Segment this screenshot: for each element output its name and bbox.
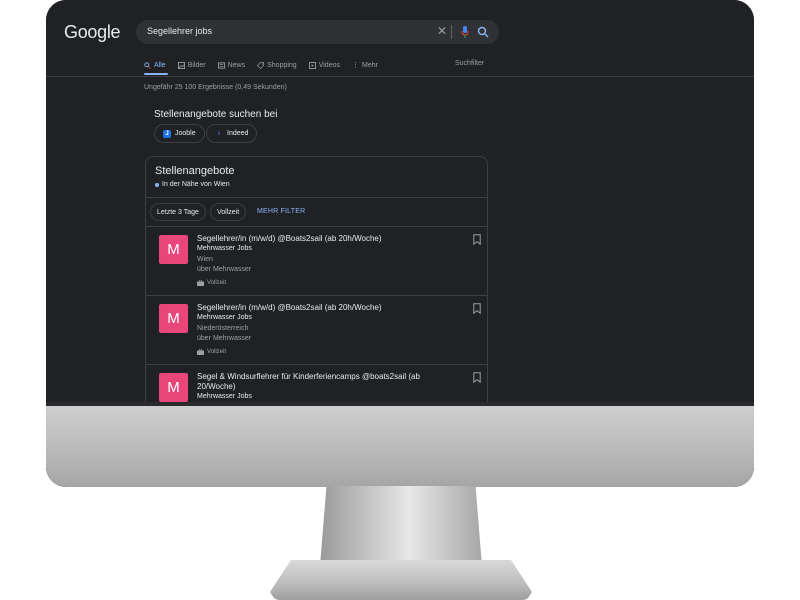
search-bar[interactable]: Segellehrer jobs ✕ xyxy=(136,20,499,44)
card-divider xyxy=(146,197,487,198)
image-icon xyxy=(177,61,185,69)
jobs-location[interactable]: In der Nähe von Wien xyxy=(155,181,230,188)
job-title[interactable]: Segellehrer/in (m/w/d) @Boats2sail (ab 2… xyxy=(197,303,447,313)
job-company: Mehrwasser Jobs xyxy=(197,245,252,252)
job-type-label: Vollzeit xyxy=(207,280,227,286)
microphone-icon[interactable] xyxy=(461,26,469,38)
jobs-title: Stellenangebote xyxy=(155,165,235,177)
tab-more[interactable]: ⋮ Mehr xyxy=(352,58,378,72)
search-tabs: Alle Bilder News Shopping Videos ⋮ Mehr xyxy=(144,58,378,72)
providers-title: Stellenangebote suchen bei xyxy=(154,109,278,120)
search-divider xyxy=(451,25,452,39)
job-title[interactable]: Segel & Windsurflehrer für Kinderferienc… xyxy=(197,372,447,392)
google-logo[interactable]: Google xyxy=(64,22,121,43)
tab-images[interactable]: Bilder xyxy=(177,58,206,72)
job-type-label: Vollzeit xyxy=(207,349,227,355)
briefcase-icon xyxy=(197,349,204,355)
provider-label: Jooble xyxy=(175,130,196,137)
results-count: Ungefähr 25 100 Ergebnisse (0,49 Sekunde… xyxy=(144,84,287,91)
tab-label: News xyxy=(227,61,246,69)
tab-news[interactable]: News xyxy=(217,58,246,72)
jooble-logo: J xyxy=(163,129,171,138)
news-icon xyxy=(217,61,225,69)
more-vert-icon: ⋮ xyxy=(351,62,359,69)
location-dot-icon xyxy=(155,182,159,187)
play-icon xyxy=(308,61,316,69)
search-icon[interactable] xyxy=(477,26,489,38)
indeed-logo: i xyxy=(218,130,220,137)
tab-shopping[interactable]: Shopping xyxy=(257,58,297,72)
tab-videos[interactable]: Videos xyxy=(308,58,340,72)
filter-chip-fulltime[interactable]: Vollzeit xyxy=(210,203,247,221)
active-tab-indicator xyxy=(144,73,168,75)
provider-chip-jooble[interactable]: J Jooble xyxy=(154,124,205,143)
monitor-stand-base xyxy=(270,560,532,600)
job-type: Vollzeit xyxy=(197,280,226,286)
filter-chip-last-3-days[interactable]: Letzte 3 Tage xyxy=(150,203,206,221)
tab-label: Shopping xyxy=(267,61,297,69)
tab-all[interactable]: Alle xyxy=(144,58,166,72)
jobs-card: Stellenangebote In der Nähe von Wien Let… xyxy=(145,156,488,402)
monitor-stand-neck xyxy=(320,486,482,566)
tab-label: Alle xyxy=(154,61,166,69)
tag-icon xyxy=(257,61,265,69)
job-source: über Mehrwasser xyxy=(197,266,252,273)
job-location: Wien xyxy=(197,256,213,263)
job-location: Niederösterreich xyxy=(197,325,249,332)
company-logo: M xyxy=(159,373,188,402)
job-source: über Mehrwasser xyxy=(197,335,252,342)
tab-label: Bilder xyxy=(187,61,206,69)
browser-screen: Google Segellehrer jobs ✕ Alle Bilder Ne… xyxy=(46,0,754,402)
briefcase-icon xyxy=(197,280,204,286)
close-icon[interactable]: ✕ xyxy=(437,24,447,38)
company-logo: M xyxy=(159,235,188,264)
bookmark-icon[interactable] xyxy=(473,372,481,383)
monitor-frame: Google Segellehrer jobs ✕ Alle Bilder Ne… xyxy=(46,0,754,487)
tools-button[interactable]: Suchfilter xyxy=(455,60,484,67)
job-listing[interactable]: M Segellehrer/in (m/w/d) @Boats2sail (ab… xyxy=(146,296,487,365)
bookmark-icon[interactable] xyxy=(473,303,481,314)
job-listing[interactable]: M Segellehrer/in (m/w/d) @Boats2sail (ab… xyxy=(146,227,487,296)
provider-chip-indeed[interactable]: i Indeed xyxy=(206,124,258,143)
monitor-chin xyxy=(46,406,754,487)
search-icon xyxy=(144,61,151,69)
more-filters-button[interactable]: MEHR FILTER xyxy=(257,208,305,215)
bookmark-icon[interactable] xyxy=(473,234,481,245)
job-type: Vollzeit xyxy=(197,349,226,355)
header-divider xyxy=(46,76,754,77)
job-listing[interactable]: M Segel & Windsurflehrer für Kinderferie… xyxy=(146,365,487,402)
tab-label: Mehr xyxy=(361,61,378,69)
provider-label: Indeed xyxy=(227,130,249,137)
tab-label: Videos xyxy=(318,61,340,69)
job-title[interactable]: Segellehrer/in (m/w/d) @Boats2sail (ab 2… xyxy=(197,234,447,244)
location-label: In der Nähe von Wien xyxy=(162,181,230,188)
job-company: Mehrwasser Jobs xyxy=(197,393,252,400)
search-input[interactable]: Segellehrer jobs xyxy=(147,26,212,36)
company-logo: M xyxy=(159,304,188,333)
job-company: Mehrwasser Jobs xyxy=(197,314,252,321)
